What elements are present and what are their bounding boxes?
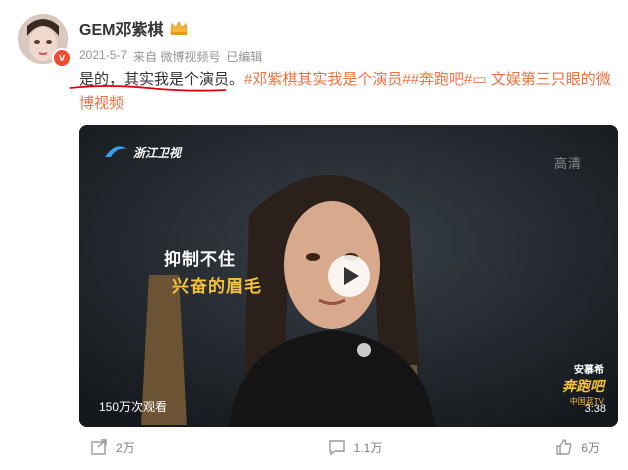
play-icon [344, 267, 359, 285]
verified-badge-icon: v [52, 48, 72, 68]
comment-icon [328, 440, 345, 456]
edited-label: 已编辑 [226, 50, 263, 64]
comment-button[interactable]: 1.1万 [267, 438, 443, 456]
post-source: 来自 微博视频号 [133, 50, 221, 64]
caption-line-2: 兴奋的眉毛 [172, 277, 262, 296]
action-bar: 2万 1.1万 6万 [90, 438, 620, 456]
username[interactable]: GEM邓紫棋 [79, 16, 163, 40]
view-count: 150万次观看 [99, 400, 168, 414]
thumbs-up-icon [556, 439, 572, 455]
play-button[interactable] [328, 255, 370, 297]
crown-icon [169, 20, 189, 36]
hashtags-link[interactable]: #邓紫棋其实我是个演员##奔跑吧# [244, 71, 472, 88]
comment-count: 1.1万 [353, 440, 383, 455]
red-underline [69, 85, 227, 92]
channel-name: 浙江卫视 [133, 145, 182, 160]
zhejiang-tv-icon [105, 146, 127, 157]
share-icon [91, 439, 107, 455]
show-sponsor: 安慕希 [574, 365, 604, 376]
like-count: 6万 [581, 440, 600, 455]
video-link-icon: ▭ [472, 71, 491, 88]
like-button[interactable]: 6万 [444, 438, 620, 456]
post-meta: 2021-5-7 来自 微博视频号 已编辑 [79, 48, 262, 65]
post-date[interactable]: 2021-5-7 [79, 48, 127, 65]
show-logo: 安慕希 奔跑吧 中国蓝TV [562, 361, 604, 407]
video-caption: 抑制不住 兴奋的眉毛 [164, 245, 284, 297]
show-name: 奔跑吧 [562, 378, 604, 394]
share-count: 2万 [116, 440, 135, 455]
video-player[interactable]: 浙江卫视 高清 抑制不住 兴奋的眉毛 150万次观看 安慕希 奔跑吧 中国蓝TV… [79, 125, 618, 427]
caption-line-1: 抑制不住 [164, 250, 236, 269]
username-row: GEM邓紫棋 [79, 16, 189, 40]
hd-label: 高清 [553, 156, 582, 171]
video-duration: 3:38 [584, 403, 606, 415]
channel-logo: 浙江卫视 [103, 143, 181, 161]
share-button[interactable]: 2万 [90, 438, 266, 456]
